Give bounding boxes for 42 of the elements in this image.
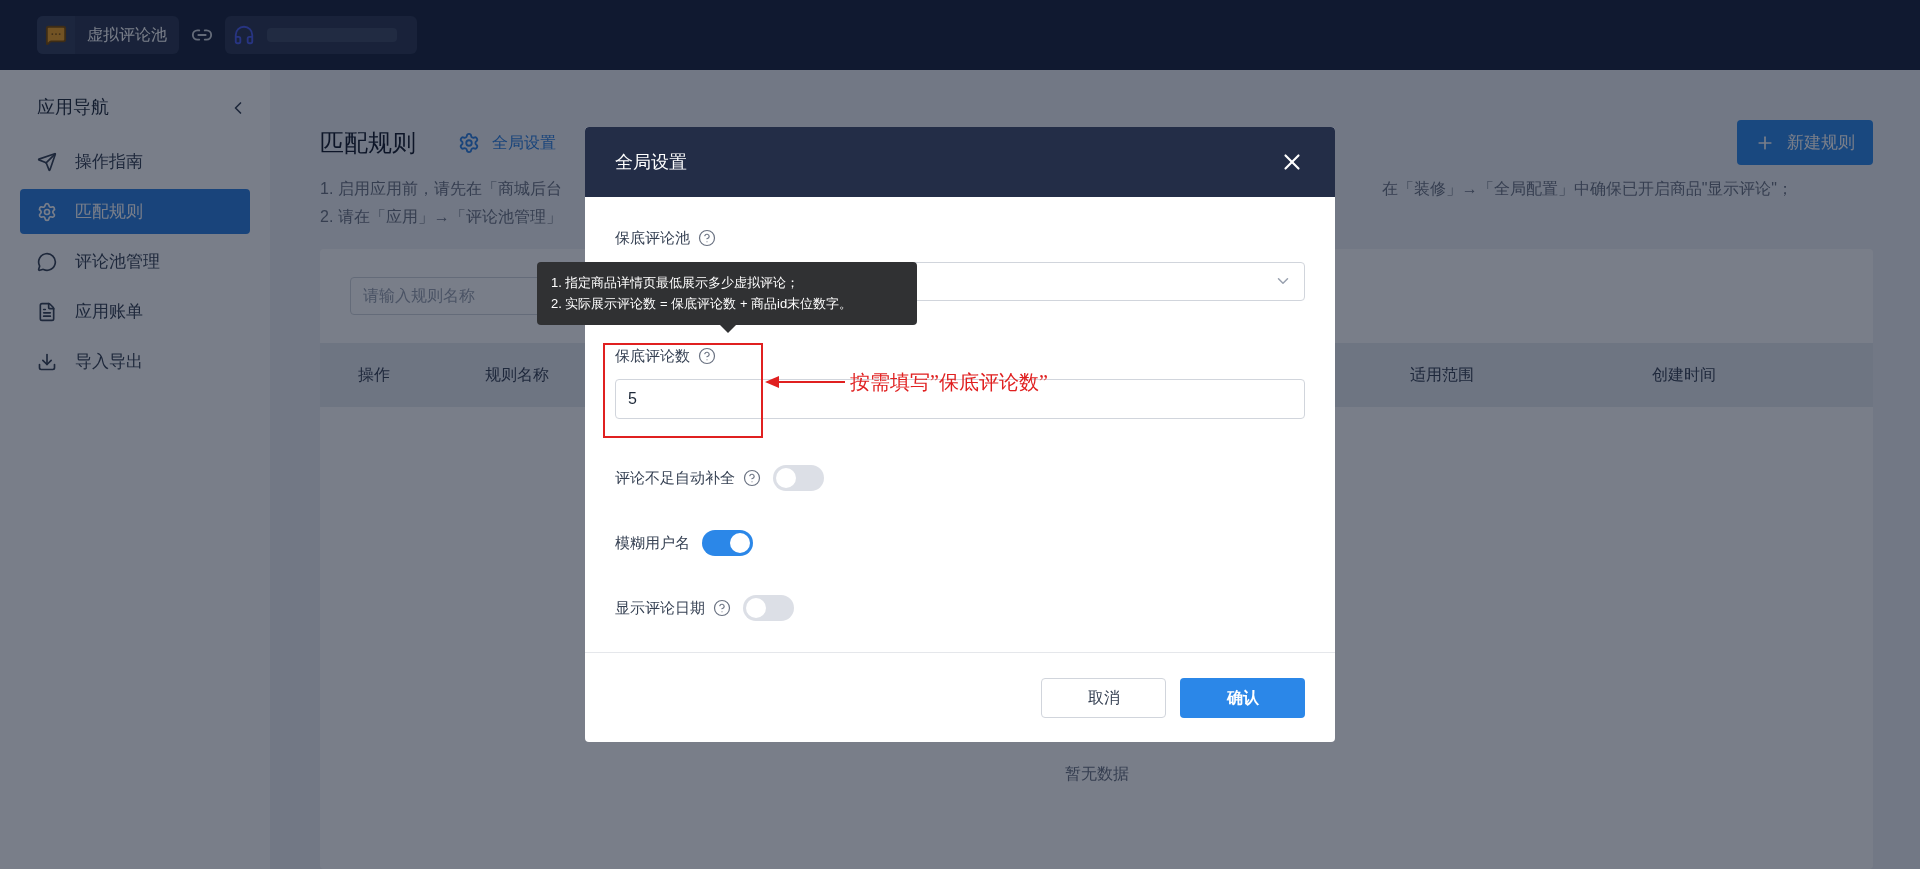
field-label: 保底评论数 bbox=[615, 345, 690, 366]
help-icon[interactable] bbox=[743, 469, 761, 487]
help-icon[interactable] bbox=[698, 229, 716, 248]
headset-icon bbox=[233, 24, 255, 46]
column-header: 创建时间 bbox=[1652, 366, 1716, 383]
note-text: 2. 请在「应用」→「评论池管理」 bbox=[320, 207, 563, 227]
sidebar-item[interactable]: 匹配规则 bbox=[20, 189, 250, 234]
sidebar-item[interactable]: 评论池管理 bbox=[20, 239, 250, 284]
paper-plane-icon bbox=[37, 151, 57, 172]
empty-text: 暂无数据 bbox=[1064, 764, 1129, 784]
column-header: 操作 bbox=[358, 366, 390, 383]
toggle-switch[interactable] bbox=[702, 530, 753, 556]
sidebar-item[interactable]: 导入导出 bbox=[20, 339, 250, 384]
field-label: 显示评论日期 bbox=[615, 597, 705, 618]
download-icon bbox=[37, 351, 57, 372]
column-header: 适用范围 bbox=[1410, 366, 1474, 383]
toggle-switch[interactable] bbox=[773, 465, 824, 491]
sidebar-item[interactable]: 应用账单 bbox=[20, 289, 250, 334]
dialog-title: 全局设置 bbox=[615, 150, 687, 174]
help-icon[interactable] bbox=[698, 346, 716, 365]
sidebar-item[interactable]: 操作指南 bbox=[20, 139, 250, 184]
column-header: 规则名称 bbox=[485, 366, 549, 383]
chat-icon bbox=[45, 24, 67, 46]
cancel-button[interactable]: 取消 bbox=[1041, 677, 1166, 718]
app-badge[interactable]: 虚拟评论池 bbox=[37, 16, 179, 54]
toggle-switch[interactable] bbox=[743, 595, 794, 621]
note-text: 在「装修」→「全局配置」中确保已开启商品"显示评论"； bbox=[1381, 179, 1793, 199]
document-icon bbox=[37, 301, 57, 322]
settings-icon bbox=[37, 201, 57, 222]
global-settings-link[interactable]: 全局设置 bbox=[458, 130, 556, 155]
field-label: 模糊用户名 bbox=[615, 532, 690, 553]
confirm-button[interactable]: 确认 bbox=[1180, 677, 1305, 718]
help-icon[interactable] bbox=[713, 599, 731, 617]
note-text: 1. 启用应用前，请先在「商城后台 bbox=[320, 179, 562, 199]
field-label: 保底评论池 bbox=[615, 228, 690, 248]
app-name: 虚拟评论池 bbox=[86, 25, 168, 45]
gear-icon bbox=[458, 131, 480, 154]
sidebar-title: 应用导航 bbox=[37, 96, 109, 119]
field-label: 评论不足自动补全 bbox=[615, 467, 735, 488]
chat-bubble-icon bbox=[37, 251, 57, 272]
page-title: 匹配规则 bbox=[320, 127, 416, 158]
new-rule-button[interactable]: 新建规则 bbox=[1737, 120, 1873, 165]
